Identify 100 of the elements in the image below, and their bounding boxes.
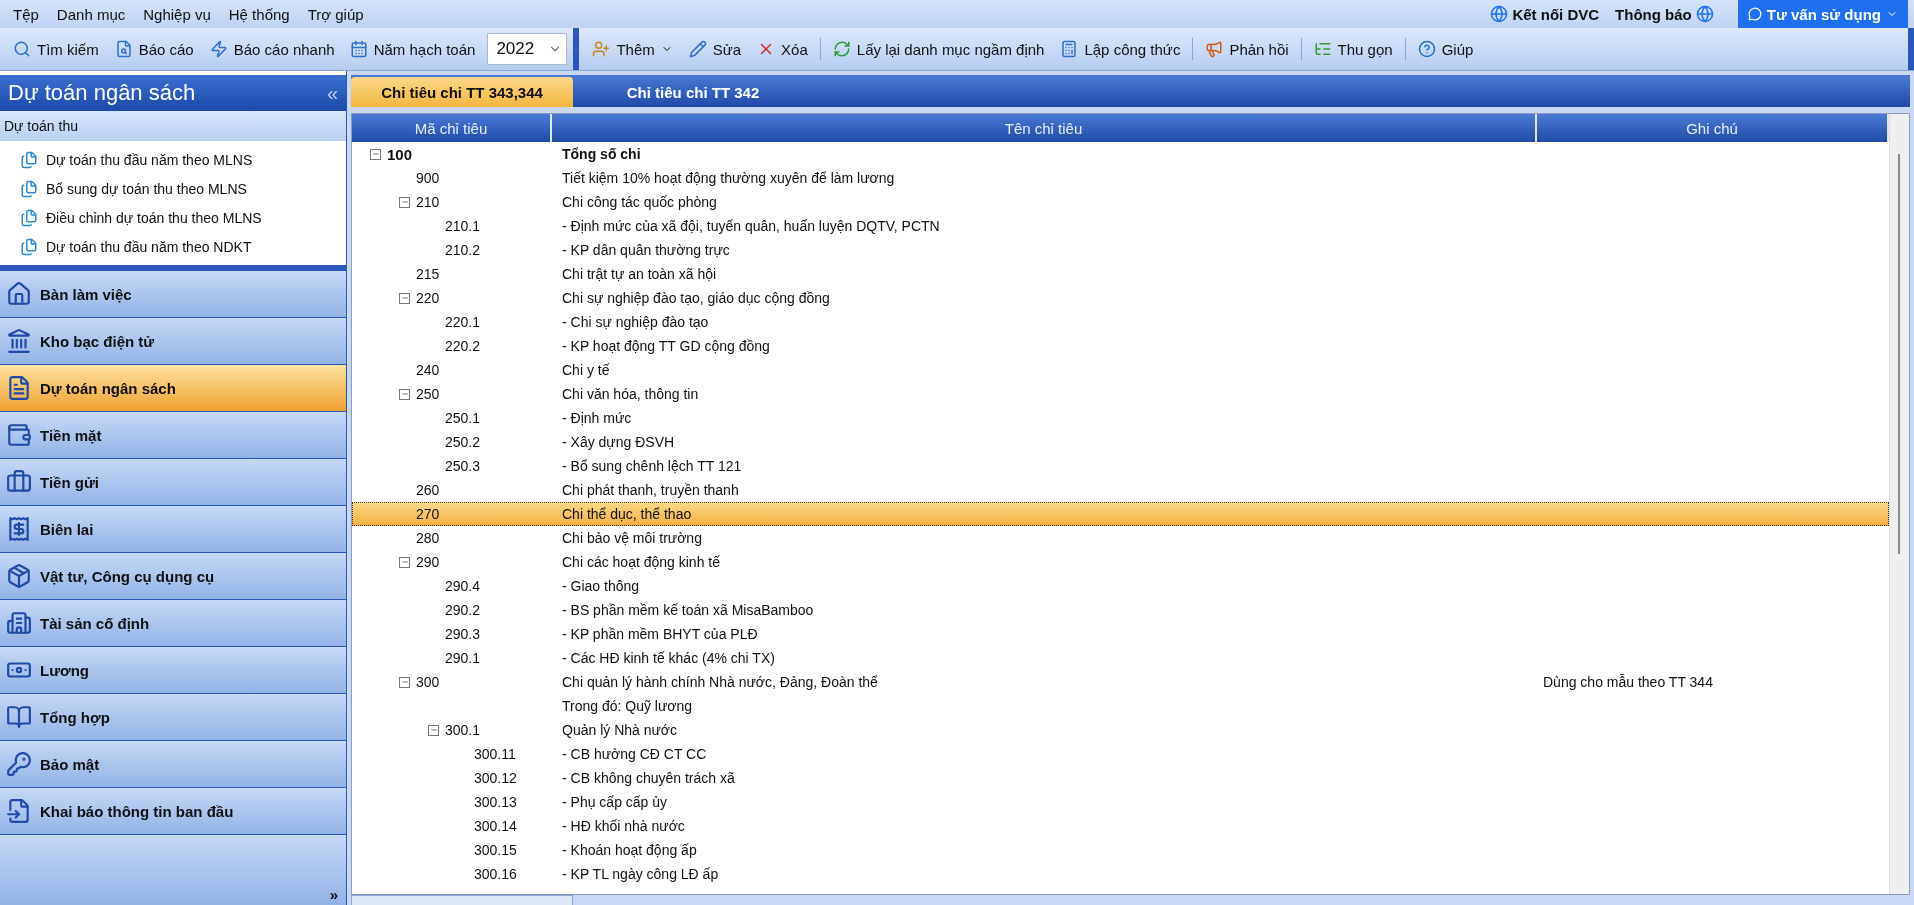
table-row[interactable]: 100 Tổng số chi — [352, 142, 1889, 166]
table-row[interactable]: 250.3 - Bổ sung chênh lệch TT 121 — [352, 454, 1889, 478]
table-row[interactable]: 300.14 - HĐ khối nhà nước — [352, 814, 1889, 838]
table-row[interactable]: 290.4 - Giao thông — [352, 574, 1889, 598]
nav-button[interactable]: Kho bạc điện tử — [0, 318, 346, 365]
selected-row[interactable]: 270 Chi thể dục, thể thao — [352, 502, 1889, 526]
code-cell: 290.3 — [445, 626, 481, 642]
task-link[interactable]: Dự toán thu đầu năm theo NDKT — [0, 232, 346, 261]
nav-button[interactable]: Khai báo thông tin ban đầu — [0, 788, 346, 835]
table-row[interactable]: 300.11 - CB hưởng CĐ CT CC — [352, 742, 1889, 766]
table-row[interactable]: 290.2 - BS phần mềm kế toán xã MisaBamboo — [352, 598, 1889, 622]
nav-button[interactable]: Tài sản cố định — [0, 600, 346, 647]
table-row[interactable]: 300.12 - CB không chuyên trách xã — [352, 766, 1889, 790]
tree-list-icon — [1313, 40, 1332, 58]
toolbar-button[interactable]: Lập công thức — [1053, 36, 1188, 62]
top-link[interactable]: Thông báo — [1609, 5, 1720, 23]
toolbar-button[interactable]: Phản hồi — [1198, 36, 1296, 62]
code-cell: 220.2 — [445, 338, 481, 354]
table-row[interactable]: 300.13 - Phụ cấp cấp ủy — [352, 790, 1889, 814]
nav-button[interactable]: Biên lai — [0, 506, 346, 553]
nav-button[interactable]: Tổng hợp — [0, 694, 346, 741]
name-cell-text: - KP hoạt động TT GD cộng đồng — [561, 338, 771, 354]
name-cell-text: Chi công tác quốc phòng — [561, 194, 718, 210]
table-row[interactable]: 220 Chi sự nghiệp đào tạo, giáo dục cộng đồng — [352, 286, 1889, 310]
name-cell-text: Chi các hoạt động kinh tế — [561, 554, 721, 570]
name-cell-text: - KP dân quân thường trực — [561, 242, 731, 258]
help-icon — [1417, 40, 1436, 58]
nav-button[interactable]: Tiền mặt — [0, 412, 346, 459]
table-row[interactable]: 290 Chi các hoạt động kinh tế — [352, 550, 1889, 574]
collapse-toggle[interactable] — [370, 148, 381, 160]
toolbar-button[interactable]: Lấy lại danh mục ngầm định — [825, 36, 1052, 62]
task-link[interactable]: Dự toán thu đầu năm theo MLNS — [0, 145, 346, 174]
toolbar-button[interactable]: Báo cáo nhanh — [202, 36, 342, 62]
table-row[interactable]: 215 Chi trật tự an toàn xã hội — [352, 262, 1889, 286]
menu-item[interactable]: Danh mục — [49, 2, 133, 26]
table-row[interactable]: 250.2 - Xây dựng ĐSVH — [352, 430, 1889, 454]
menu-item[interactable]: Tệp — [6, 2, 46, 26]
toolbar-button[interactable]: Thu gọn — [1306, 36, 1400, 62]
name-cell-text: - Giao thông — [561, 578, 641, 594]
collapse-toggle[interactable] — [428, 724, 439, 736]
toolbar-button[interactable]: Giúp — [1410, 36, 1481, 62]
table-row[interactable]: 250.1 - Định mức — [352, 406, 1889, 430]
table-row[interactable]: 220.1 - Chi sự nghiệp đào tạo — [352, 310, 1889, 334]
table-row[interactable]: 900 Tiết kiệm 10% hoạt động thường xuyên để làm lương — [352, 166, 1889, 190]
menu-item[interactable]: Hệ thống — [221, 2, 297, 26]
tab[interactable]: Chỉ tiêu chi TT 342 — [573, 77, 813, 107]
table-row[interactable]: 300.16 - KP TL ngày công LĐ ấp — [352, 862, 1889, 886]
table-row[interactable]: 210.2 - KP dân quân thường trực — [352, 238, 1889, 262]
task-link[interactable]: Bổ sung dự toán thu theo MLNS — [0, 174, 346, 203]
code-cell: 250.3 — [445, 458, 481, 474]
nav-button[interactable]: Bàn làm việc — [0, 271, 346, 318]
column-header[interactable]: Mã chỉ tiêu — [352, 114, 552, 142]
name-cell-text: Tổng số chi — [561, 146, 642, 162]
more-button[interactable]: » — [329, 886, 338, 903]
file-import-icon — [6, 798, 32, 824]
table-row[interactable]: 300.15 - Khoán hoạt động ấp — [352, 838, 1889, 862]
table-row[interactable]: 280 Chi bảo vệ môi trường — [352, 526, 1889, 550]
collapse-toggle[interactable] — [399, 388, 410, 400]
code-cell: 300.15 — [474, 842, 517, 858]
name-cell-text: Chi y tế — [561, 362, 611, 378]
table-row[interactable]: 210 Chi công tác quốc phòng — [352, 190, 1889, 214]
toolbar-button[interactable]: Xóa — [750, 36, 815, 62]
collapse-toggle[interactable] — [399, 556, 410, 568]
table-row[interactable]: 290.1 - Các HĐ kinh tế khác (4% chi TX) — [352, 646, 1889, 670]
code-cell: 250.1 — [445, 410, 481, 426]
advisor-button[interactable]: Tư vấn sử dụng — [1737, 0, 1908, 28]
column-header[interactable]: Ghi chú — [1537, 114, 1889, 142]
table-row[interactable]: 300 Chi quản lý hành chính Nhà nước, Đảng, Đoàn thể Dùng cho mẫu theo TT 344 — [352, 670, 1889, 694]
toolbar-button[interactable]: Báo cáo — [107, 36, 201, 62]
nav-button[interactable]: Bảo mật — [0, 741, 346, 788]
toolbar-button[interactable]: Tìm kiếm — [6, 36, 106, 62]
top-link[interactable]: Kết nối DVC — [1484, 5, 1606, 23]
column-header[interactable]: Tên chỉ tiêu — [552, 114, 1537, 142]
table-row[interactable]: 240 Chi y tế — [352, 358, 1889, 382]
table-row[interactable]: Trong đó: Quỹ lương — [352, 694, 1889, 718]
name-cell-text: Chi trật tự an toàn xã hội — [561, 266, 718, 282]
table-row[interactable]: 260 Chi phát thanh, truyền thanh — [352, 478, 1889, 502]
table-row[interactable]: 250 Chi văn hóa, thông tin — [352, 382, 1889, 406]
tab[interactable]: Chỉ tiêu chi TT 343,344 — [351, 77, 573, 107]
table-row[interactable]: 210.1 - Định mức của xã đội, tuyển quân, huấn luyện DQTV, PCTN — [352, 214, 1889, 238]
nav-button[interactable]: Vật tư, Công cụ dụng cụ — [0, 553, 346, 600]
year-label: Năm hạch toán — [372, 40, 477, 58]
toolbar-button[interactable]: Thêm — [585, 36, 680, 62]
collapse-toggle[interactable] — [399, 676, 410, 688]
scrollbar[interactable] — [1889, 114, 1909, 894]
task-link[interactable]: Điều chỉnh dự toán thu theo MLNS — [0, 203, 346, 232]
menu-item[interactable]: Nghiệp vụ — [136, 2, 218, 26]
collapse-toggle[interactable] — [399, 196, 410, 208]
nav-button[interactable]: Tiền gửi — [0, 459, 346, 506]
documents-icon — [20, 150, 38, 169]
nav-button[interactable]: Dự toán ngân sách — [0, 365, 346, 412]
table-row[interactable]: 300.1 Quản lý Nhà nước — [352, 718, 1889, 742]
menu-item[interactable]: Trợ giúp — [300, 2, 371, 26]
year-select[interactable]: 2022 — [487, 33, 568, 65]
nav-button[interactable]: Lương — [0, 647, 346, 694]
toolbar-button[interactable]: Sửa — [681, 36, 749, 62]
collapse-toggle[interactable] — [399, 292, 410, 304]
collapse-button[interactable]: « — [326, 81, 338, 105]
table-row[interactable]: 220.2 - KP hoạt động TT GD cộng đồng — [352, 334, 1889, 358]
table-row[interactable]: 290.3 - KP phần mềm BHYT của PLĐ — [352, 622, 1889, 646]
